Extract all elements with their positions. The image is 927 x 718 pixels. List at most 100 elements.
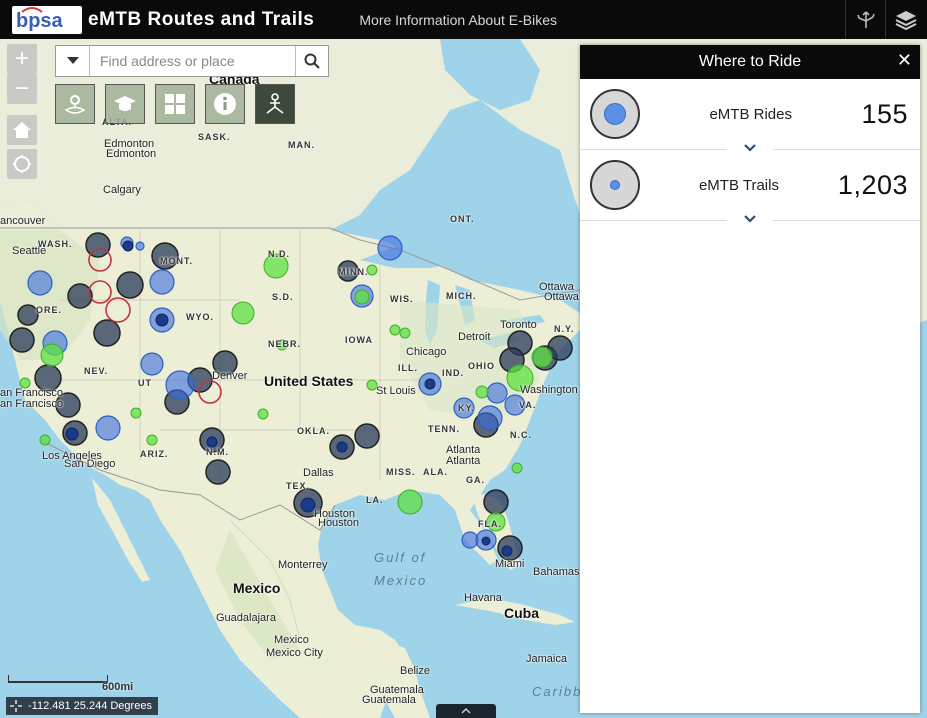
zoom-out-button[interactable]: −: [7, 74, 37, 104]
label-sask: SASK.: [198, 132, 231, 142]
label-vancouver: ancouver: [0, 215, 46, 227]
label-calgary: Calgary: [103, 184, 141, 196]
label-la: LA.: [366, 495, 384, 505]
tool-info-button[interactable]: [205, 84, 245, 124]
label-belize: Belize: [400, 665, 430, 677]
label-san-diego: San Diego: [64, 458, 116, 470]
label-ut: UT: [138, 378, 152, 388]
label-ala: ALA.: [423, 467, 448, 477]
label-detroit: Detroit: [458, 331, 491, 343]
location-pin-icon: [64, 95, 86, 114]
label-fla: FLA.: [478, 519, 502, 529]
home-icon: [13, 122, 31, 138]
row-name: eMTB Trails: [698, 176, 779, 194]
coordinates-text: -112.481 25.244 Degrees: [28, 700, 152, 712]
label-ill: ILL.: [398, 363, 418, 373]
tool-basemap-button[interactable]: [155, 84, 195, 124]
caret-down-icon: [66, 57, 79, 64]
label-washington: Washington: [520, 384, 578, 396]
label-ky: KY.: [458, 403, 476, 413]
search-icon: [304, 53, 320, 69]
graduation-cap-icon: [114, 96, 136, 111]
row-count: 1,203: [837, 169, 908, 200]
home-button[interactable]: [7, 115, 37, 145]
trail-symbol: [590, 160, 640, 210]
scale-label: 600mi: [102, 681, 134, 693]
label-ny: N.Y.: [554, 324, 575, 334]
label-mont: MONT.: [160, 256, 193, 266]
bpsa-logo[interactable]: bpsa: [12, 5, 82, 34]
label-minn: MINN.: [338, 267, 369, 277]
share-icon: [856, 10, 875, 28]
label-mexico-city: Mexico: [274, 634, 309, 646]
person-pin-icon: [266, 93, 284, 114]
minus-icon: −: [14, 75, 29, 102]
label-jamaica: Jamaica: [526, 653, 567, 665]
list-item-emtb-rides[interactable]: eMTB Rides 155: [580, 79, 920, 157]
label-cuba: Cuba: [504, 605, 539, 621]
locate-button[interactable]: [7, 149, 37, 179]
label-st-louis: St Louis: [376, 385, 416, 397]
label-gulf-of: Gulf of: [374, 550, 427, 565]
label-ore: ORE.: [36, 305, 63, 315]
label-miss: MISS.: [386, 467, 416, 477]
label-miami: Miami: [495, 558, 525, 570]
row-name: eMTB Rides: [709, 105, 792, 123]
scale-bar: [8, 675, 108, 683]
tool-share-location-button[interactable]: [255, 84, 295, 124]
label-ga: GA.: [466, 475, 486, 485]
layers-button[interactable]: [885, 0, 925, 39]
label-tenn: TENN.: [428, 424, 460, 434]
grid-icon: [165, 94, 185, 114]
label-nm: N.M.: [206, 447, 229, 457]
share-button[interactable]: [845, 0, 885, 39]
plus-icon: +: [14, 45, 29, 72]
info-icon: [214, 93, 236, 115]
label-gulf-mexico: Mexico: [374, 573, 428, 588]
label-atlanta-2: Atlanta: [446, 455, 481, 467]
label-denver: Denver: [212, 370, 248, 382]
label-wis: WIS.: [390, 294, 414, 304]
label-nd: N.D.: [268, 249, 290, 259]
label-okla: OKLA.: [297, 426, 330, 436]
app-header: bpsa eMTB Routes and Trails More Informa…: [0, 0, 927, 39]
row-count: 155: [861, 98, 908, 129]
tool-learn-button[interactable]: [105, 84, 145, 124]
search-button[interactable]: [295, 46, 328, 76]
label-houston-2: Houston: [318, 517, 359, 529]
label-ohio: OHIO: [468, 361, 496, 371]
tool-location-button[interactable]: [55, 84, 95, 124]
label-monterrey: Monterrey: [278, 559, 328, 571]
chevron-up-icon: [461, 708, 471, 714]
list-item-emtb-trails[interactable]: eMTB Trails 1,203: [580, 150, 920, 228]
label-tex: TEX.: [286, 481, 311, 491]
label-chicago: Chicago: [406, 346, 447, 358]
label-nev: NEV.: [84, 366, 109, 376]
search-source-dropdown[interactable]: [56, 46, 90, 76]
zoom-in-button[interactable]: +: [7, 44, 37, 74]
label-havana: Havana: [464, 592, 502, 604]
expand-trails-button[interactable]: [727, 214, 773, 228]
label-man: MAN.: [288, 140, 315, 150]
label-san-francisco-2: an Francisco: [0, 398, 63, 410]
info-link[interactable]: More Information About E-Bikes: [359, 12, 557, 28]
label-bahamas: Bahamas: [533, 566, 580, 578]
search-input[interactable]: [90, 46, 295, 76]
ride-symbol: [590, 89, 640, 139]
layers-icon: [895, 10, 916, 30]
close-icon[interactable]: ✕: [897, 50, 912, 71]
app-title: eMTB Routes and Trails: [88, 8, 315, 30]
label-nebr: NEBR.: [268, 339, 302, 349]
chevron-down-icon: [744, 215, 756, 223]
label-united-states: United States: [264, 373, 354, 389]
svg-text:bpsa: bpsa: [16, 10, 64, 32]
label-guatemala-2: Guatemala: [362, 694, 416, 706]
panel-title: Where to Ride: [698, 53, 802, 70]
attribution-toggle[interactable]: [436, 704, 496, 718]
coordinate-readout[interactable]: -112.481 25.244 Degrees: [6, 697, 158, 715]
label-wash: WASH.: [38, 239, 73, 249]
label-caribbean: Caribb: [532, 684, 583, 699]
label-edmonton-2: Edmonton: [106, 148, 157, 160]
label-mich: MICH.: [446, 291, 477, 301]
label-ariz: ARIZ.: [140, 449, 169, 459]
